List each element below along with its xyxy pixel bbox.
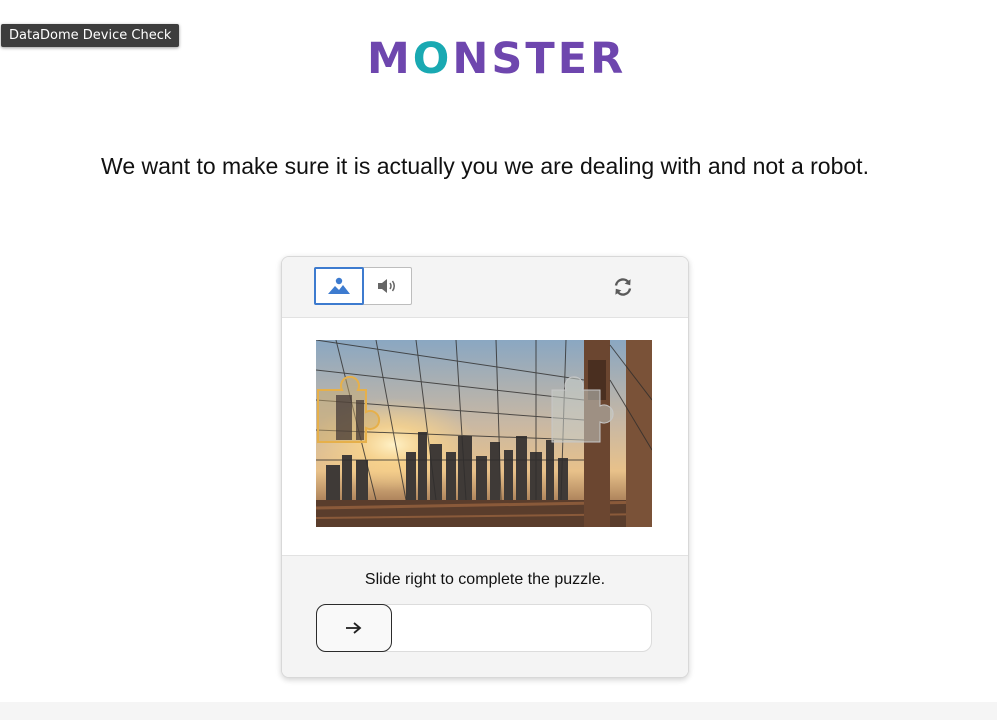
- logo-letter: S: [491, 34, 526, 84]
- refresh-icon: [614, 278, 632, 296]
- image-mode-button[interactable]: [314, 267, 364, 305]
- mountain-icon: [327, 277, 350, 294]
- captcha-header: [282, 257, 688, 318]
- logo-letter: R: [590, 34, 627, 84]
- logo-letter: N: [452, 34, 492, 84]
- captcha-widget: Slide right to complete the puzzle.: [281, 256, 689, 678]
- puzzle-image: [316, 340, 652, 527]
- device-check-tooltip: DataDome Device Check: [1, 24, 180, 47]
- bridge-skyline-image: [316, 340, 652, 527]
- bottom-strip: [0, 702, 997, 720]
- captcha-mode-toggle: [314, 267, 412, 305]
- logo-letter: E: [557, 34, 591, 84]
- arrow-right-icon: [346, 622, 362, 634]
- speaker-icon: [378, 279, 396, 293]
- slider-instruction: Slide right to complete the puzzle.: [364, 571, 606, 588]
- monster-logo: MONSTER: [367, 34, 626, 84]
- captcha-footer: Slide right to complete the puzzle.: [282, 556, 688, 677]
- logo-letter: M: [367, 34, 413, 84]
- page-headline: We want to make sure it is actually you …: [101, 153, 869, 179]
- logo-letter: O: [412, 34, 453, 84]
- logo-letter: T: [525, 34, 558, 84]
- refresh-button[interactable]: [610, 274, 636, 300]
- audio-mode-button[interactable]: [364, 268, 411, 304]
- slider-handle[interactable]: [316, 604, 392, 652]
